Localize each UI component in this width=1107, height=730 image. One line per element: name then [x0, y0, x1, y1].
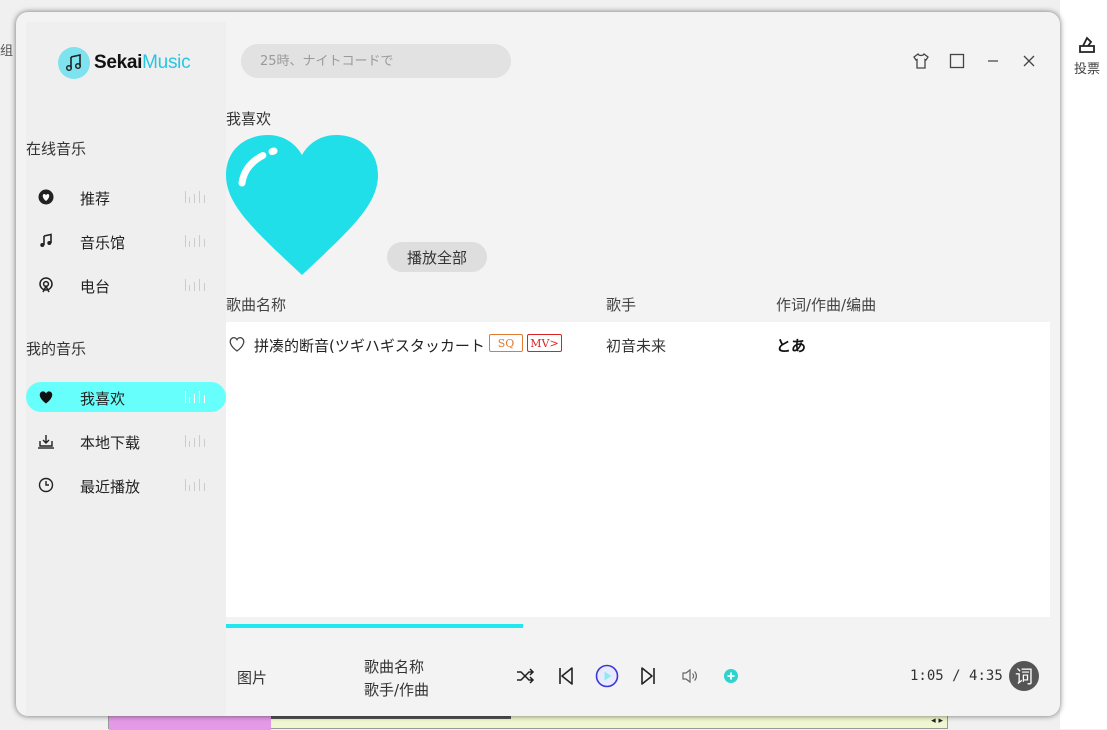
vote-icon: [1079, 36, 1095, 53]
sidebar-item-label: 最近播放: [80, 478, 141, 496]
minimize-icon[interactable]: [984, 52, 1002, 70]
play-button-icon[interactable]: [595, 664, 619, 688]
sidebar: SekaiMusic 在线音乐 推荐 音乐馆 电台 我的音乐 我喜欢 本地下载: [26, 22, 226, 716]
sidebar-item-label: 音乐馆: [80, 234, 126, 252]
now-playing-artist: 歌手/作曲: [364, 681, 430, 699]
search-input[interactable]: [241, 44, 511, 78]
sidebar-item-favorites[interactable]: 我喜欢: [26, 382, 226, 412]
sidebar-item-radio[interactable]: 电台: [26, 270, 226, 300]
table-row[interactable]: 拼凑的断音(ツギハギスタッカート SQ MV> 初音未来 とあ: [226, 334, 1050, 356]
volume-icon[interactable]: [679, 665, 701, 687]
sidebar-item-music-hall[interactable]: 音乐馆: [26, 226, 226, 256]
app-name: SekaiMusic: [94, 52, 191, 73]
heart-icon: [39, 391, 53, 404]
app-window: SekaiMusic 在线音乐 推荐 音乐馆 电台 我的音乐 我喜欢 本地下载: [16, 12, 1060, 716]
vote-button[interactable]: 投票: [1074, 34, 1100, 77]
maximize-icon[interactable]: [948, 52, 966, 70]
shuffle-icon[interactable]: [514, 665, 536, 687]
album-art-placeholder: 图片: [237, 669, 268, 687]
background-timeline: ◂ ▸: [108, 715, 948, 730]
song-table-body: 拼凑的断音(ツギハギスタッカート SQ MV> 初音未来 とあ: [226, 322, 1050, 617]
playback-progress[interactable]: [226, 624, 1050, 628]
sidebar-item-label: 电台: [80, 278, 111, 296]
sidebar-item-label: 我喜欢: [80, 390, 126, 408]
sidebar-item-recent[interactable]: 最近播放: [26, 470, 226, 500]
play-all-button[interactable]: 播放全部: [387, 242, 487, 272]
sq-badge: SQ: [489, 334, 523, 352]
music-note-icon: [40, 233, 52, 247]
equalizer-icon: [185, 391, 205, 403]
playback-progress-fill: [226, 624, 523, 628]
vote-label: 投票: [1074, 62, 1101, 77]
song-name: 拼凑的断音(ツギハギスタッカート: [254, 337, 485, 355]
background-panel: 投票: [1060, 0, 1107, 729]
heart-circle-icon: [38, 189, 54, 205]
current-time: 1:05: [910, 668, 944, 684]
like-heart-icon[interactable]: [228, 335, 246, 353]
background-text-fragment: 组: [0, 44, 14, 59]
lyrics-button[interactable]: 词: [1009, 661, 1039, 691]
equalizer-icon: [185, 279, 205, 291]
column-header-credits[interactable]: 作词/作曲/编曲: [776, 294, 876, 315]
previous-track-icon[interactable]: [555, 665, 577, 687]
equalizer-icon: [185, 235, 205, 247]
equalizer-icon: [185, 479, 205, 491]
column-header-artist[interactable]: 歌手: [606, 294, 636, 315]
song-table-header: 歌曲名称 歌手 作词/作曲/编曲: [226, 292, 1050, 322]
now-playing-title: 歌曲名称: [364, 658, 425, 676]
clock-icon: [38, 477, 54, 493]
close-icon[interactable]: [1020, 52, 1038, 70]
playlist-title: 我喜欢: [226, 110, 272, 128]
column-header-song[interactable]: 歌曲名称: [226, 294, 286, 315]
song-lyricist: とあ: [776, 337, 807, 355]
app-logo[interactable]: SekaiMusic: [58, 47, 191, 79]
equalizer-icon: [185, 191, 205, 203]
sidebar-item-recommend[interactable]: 推荐: [26, 182, 226, 212]
online-music-title: 在线音乐: [26, 140, 87, 158]
logo-music-icon: [58, 47, 90, 79]
song-artist[interactable]: 初音未来: [606, 335, 666, 356]
main-panel: 我喜欢 播放全部 歌曲名称 歌手 作词/作曲/编曲 拼凑的断音(ツギハギスタッカ…: [226, 22, 1050, 716]
add-icon[interactable]: [720, 665, 742, 687]
my-music-title: 我的音乐: [26, 340, 87, 358]
sidebar-item-downloads[interactable]: 本地下载: [26, 426, 226, 456]
playlist-cover-heart: [226, 135, 378, 275]
sidebar-item-label: 推荐: [80, 190, 111, 208]
mv-badge[interactable]: MV>: [527, 334, 562, 352]
radio-icon: [39, 277, 53, 293]
total-time: 4:35: [969, 668, 1003, 684]
equalizer-icon: [185, 435, 205, 447]
playback-time: 1:05 / 4:35: [910, 668, 1003, 684]
next-track-icon[interactable]: [637, 665, 659, 687]
skin-icon[interactable]: [912, 52, 930, 70]
timeline-arrows-icon: ◂ ▸: [931, 716, 943, 726]
download-icon: [38, 435, 54, 449]
sidebar-item-label: 本地下载: [80, 434, 141, 452]
